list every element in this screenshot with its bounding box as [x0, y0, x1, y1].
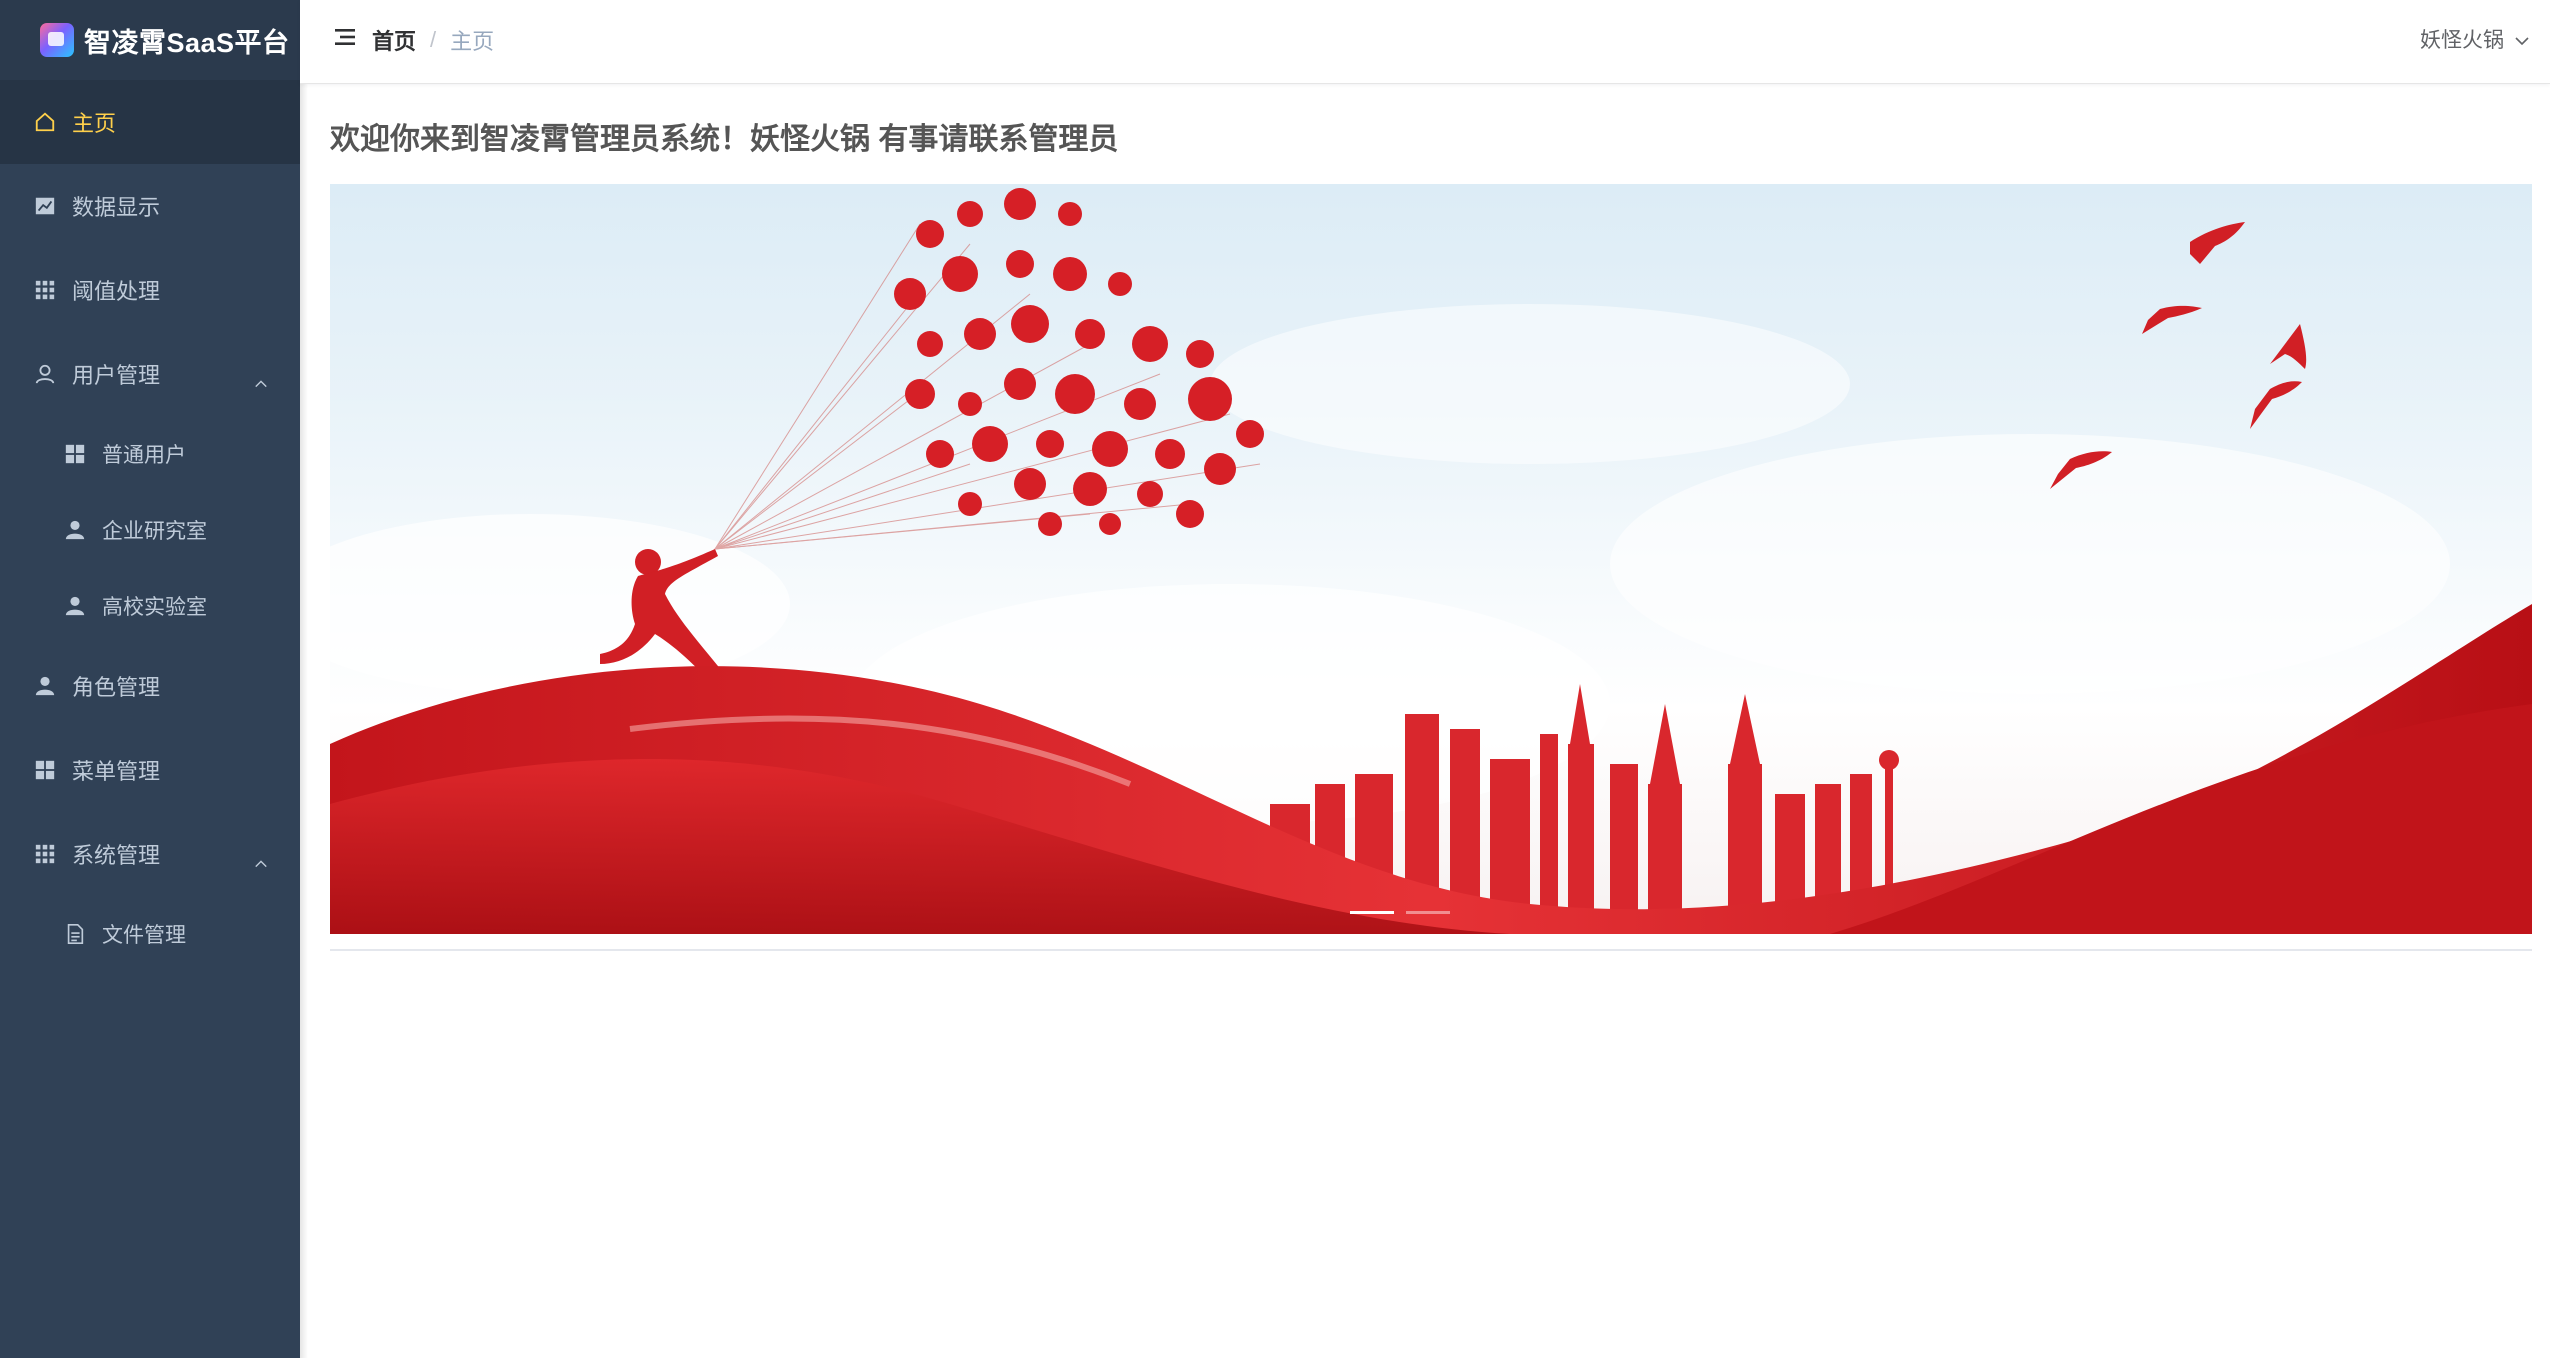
sidebar-item-label: 系统管理 — [72, 843, 161, 868]
sidebar-item-enterprise-lab[interactable]: 企业研究室 — [0, 492, 300, 568]
user-name: 妖怪火锅 — [2420, 29, 2504, 52]
carousel-indicator-active[interactable] — [1350, 911, 1394, 914]
grid-icon — [34, 279, 56, 301]
sidebar-item-university-lab[interactable]: 高校实验室 — [0, 568, 300, 644]
welcome-message: 欢迎你来到智凌霄管理员系统！妖怪火锅 有事请联系管理员 — [330, 123, 1119, 156]
home-icon — [34, 111, 56, 133]
top-navbar: 首页 / 主页 妖怪火锅 — [300, 0, 2550, 84]
app-root: 智凌霄SaaS平台 主页 数据显示 阈值处理 用户管理 普通用户 企业研究室 高… — [0, 0, 2550, 1358]
user-dropdown[interactable]: 妖怪火锅 — [2420, 24, 2530, 54]
sidebar-item-regular-users[interactable]: 普通用户 — [0, 416, 300, 492]
sidebar-item-label: 用户管理 — [72, 363, 161, 388]
grid4-icon — [64, 443, 86, 465]
sidebar-item-role-management[interactable]: 角色管理 — [0, 644, 300, 728]
chevron-up-icon — [254, 851, 267, 868]
sidebar-item-label: 数据显示 — [72, 195, 161, 220]
breadcrumb-home[interactable]: 首页 — [372, 24, 416, 56]
sidebar-item-label: 普通用户 — [102, 444, 186, 467]
sidebar-item-label: 高校实验室 — [102, 596, 207, 619]
sidebar-item-user-management[interactable]: 用户管理 — [0, 332, 300, 416]
breadcrumb-current: 主页 — [450, 29, 495, 54]
sidebar-item-system-management[interactable]: 系统管理 — [0, 812, 300, 896]
carousel-indicator[interactable] — [1406, 911, 1450, 914]
sidebar: 智凌霄SaaS平台 主页 数据显示 阈值处理 用户管理 普通用户 企业研究室 高… — [0, 0, 308, 1358]
person-icon — [34, 675, 56, 697]
app-title: 智凌霄SaaS平台 — [84, 27, 290, 58]
sidebar-item-label: 企业研究室 — [102, 520, 207, 543]
content-divider — [330, 949, 2532, 951]
chart-icon — [34, 195, 56, 217]
sidebar-item-label: 主页 — [72, 111, 117, 136]
hamburger-icon[interactable] — [334, 26, 356, 48]
sidebar-item-menu-management[interactable]: 菜单管理 — [0, 728, 300, 812]
grid4-icon — [34, 759, 56, 781]
sidebar-item-file-management[interactable]: 文件管理 — [0, 896, 300, 972]
document-icon — [64, 923, 86, 945]
chevron-up-icon — [254, 371, 267, 388]
sidebar-item-label: 菜单管理 — [72, 759, 161, 784]
breadcrumb: 首页 / 主页 — [372, 24, 494, 56]
sidebar-item-label: 阈值处理 — [72, 279, 161, 304]
user-outline-icon — [34, 363, 56, 385]
person-icon — [64, 519, 86, 541]
main-content: 欢迎你来到智凌霄管理员系统！妖怪火锅 有事请联系管理员 — [300, 84, 2550, 1358]
sidebar-item-label: 角色管理 — [72, 675, 161, 700]
chevron-down-icon — [2514, 31, 2530, 47]
sidebar-item-data-display[interactable]: 数据显示 — [0, 164, 300, 248]
grid-icon — [34, 843, 56, 865]
breadcrumb-separator: / — [430, 27, 437, 52]
sidebar-item-label: 文件管理 — [102, 924, 186, 947]
carousel-banner[interactable] — [330, 184, 2532, 934]
banner-illustration — [330, 188, 2532, 934]
person-icon — [64, 595, 86, 617]
app-logo-icon — [40, 23, 74, 57]
sidebar-item-home[interactable]: 主页 — [0, 80, 300, 164]
logo[interactable]: 智凌霄SaaS平台 — [0, 0, 300, 80]
sidebar-item-threshold[interactable]: 阈值处理 — [0, 248, 300, 332]
